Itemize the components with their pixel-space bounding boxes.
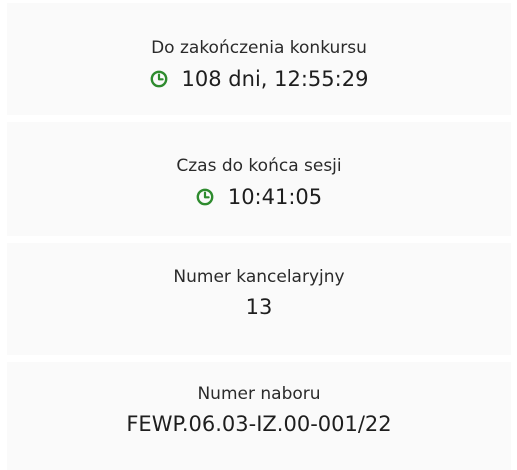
contest-end-value: 108 dni, 12:55:29 <box>181 67 369 91</box>
call-number-value: FEWP.06.03-IZ.00-001/22 <box>126 412 392 436</box>
contest-end-countdown-card: Do zakończenia konkursu 108 dni, 12:55:2… <box>7 3 511 115</box>
session-timeout-card: Czas do końca sesji 10:41:05 <box>7 122 511 236</box>
call-number-card: Numer naboru FEWP.06.03-IZ.00-001/22 <box>7 362 511 470</box>
info-panel: Do zakończenia konkursu 108 dni, 12:55:2… <box>0 0 517 470</box>
contest-end-value-row: 108 dni, 12:55:29 <box>7 67 511 91</box>
contest-end-label: Do zakończenia konkursu <box>151 38 367 58</box>
clock-icon <box>150 70 168 88</box>
clock-icon <box>196 188 214 206</box>
session-timeout-label: Czas do końca sesji <box>176 156 342 176</box>
registry-number-value: 13 <box>245 295 273 319</box>
call-number-label: Numer naboru <box>197 384 321 404</box>
registry-number-label: Numer kancelaryjny <box>173 267 345 287</box>
session-timeout-value-row: 10:41:05 <box>7 185 511 209</box>
session-timeout-value: 10:41:05 <box>227 185 323 209</box>
registry-number-card: Numer kancelaryjny 13 <box>7 243 511 355</box>
